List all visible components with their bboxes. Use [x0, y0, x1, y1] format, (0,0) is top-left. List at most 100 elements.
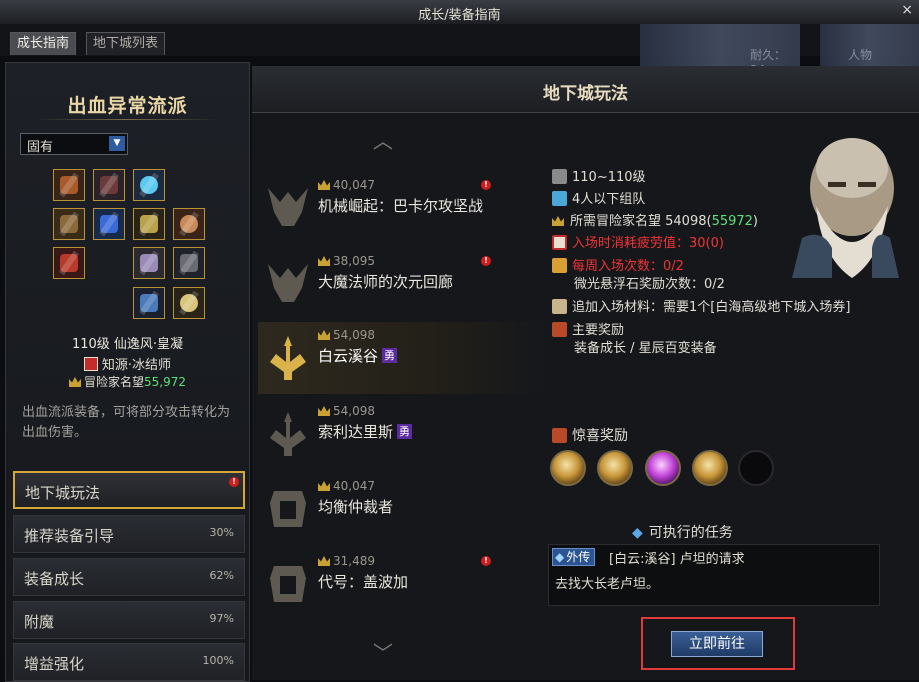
available-tasks-title: ◆ 可执行的任务 [632, 522, 733, 542]
dungeon-item[interactable]: 38,095 大魔法师的次元回廊 ! [258, 248, 548, 320]
equip-slot-ring[interactable] [133, 247, 165, 279]
info-level-text: 110~110级 [572, 170, 646, 185]
equip-slot-weapon[interactable] [93, 208, 125, 240]
job-flag-icon [83, 357, 98, 371]
dungeon-name-text: 索利达里斯 [318, 423, 394, 441]
dungeon-score: 38,095 [318, 254, 375, 268]
treasure-chest-icon [552, 428, 567, 443]
equip-slot-title[interactable] [173, 208, 205, 240]
info-main-reward: 主要奖励 [552, 319, 624, 338]
equip-slot-necklace[interactable] [133, 169, 165, 201]
go-button-highlight: 立即前往 [641, 617, 795, 670]
equip-slot-top[interactable] [93, 169, 125, 201]
info-renown-current: 55972 [711, 214, 753, 229]
dungeon-item[interactable]: 31,489 代号：盖波加 ! [258, 548, 548, 620]
level-icon [552, 169, 567, 184]
dungeon-score: 54,098 [318, 328, 375, 342]
info-main-reward-sub: 装备成长 / 星辰百变装备 [574, 341, 717, 356]
treasure-chest-icon [552, 322, 567, 337]
tab-growth-guide[interactable]: 成长指南 [10, 32, 77, 55]
close-icon[interactable]: × [901, 2, 913, 18]
available-tasks-text: 可执行的任务 [648, 525, 733, 541]
info-weekly-sub: 微光悬浮石奖励次数：0/2 [574, 277, 725, 292]
info-material: 追加入场材料：需要1个[白海高级地下城入场券] [552, 296, 850, 315]
weekly-icon [552, 258, 567, 273]
equip-slot-magic-stone[interactable] [133, 287, 165, 319]
build-title: 出血异常流派 [67, 95, 188, 117]
menu-percent: 97% [209, 612, 234, 625]
party-icon [552, 191, 567, 206]
menu-label: 地下城玩法 [25, 484, 101, 502]
hero-badge: 勇 [382, 348, 398, 363]
menu-recommended-gear[interactable]: 推荐装备引导 30% [13, 515, 245, 553]
crown-icon [318, 556, 330, 566]
hero-badge: 勇 [397, 424, 413, 439]
go-now-button[interactable]: 立即前往 [671, 631, 763, 657]
menu-gear-growth[interactable]: 装备成长 62% [13, 558, 245, 596]
menu-percent: 100% [202, 654, 234, 667]
equip-slot-shoes[interactable] [53, 247, 85, 279]
reward-gem-gold-2[interactable] [597, 450, 633, 486]
score-value: 40,047 [333, 178, 375, 192]
build-description: 出血流派装备，可将部分攻击转化为出血伤害。 [22, 405, 231, 440]
info-level: 110~110级 [552, 166, 646, 185]
task-name: [白云:溪谷] 卢坦的请求 [609, 552, 745, 567]
menu-label: 附魔 [24, 613, 55, 631]
dungeon-score: 40,047 [318, 178, 375, 192]
scroll-up-arrow-icon[interactable]: ︿ [370, 131, 396, 151]
info-weekly-text: 每周入场次数：0/2 [572, 259, 684, 274]
alert-icon: ! [481, 256, 491, 266]
window-titlebar: 成长/装备指南 × [0, 0, 919, 25]
crown-icon [318, 481, 330, 491]
trident-icon [262, 408, 314, 460]
crown-icon [68, 377, 81, 387]
scroll-down-arrow-icon[interactable]: ﹀ [370, 643, 396, 663]
side-story-badge: ◆ 外传 [552, 548, 596, 566]
task-description: 去找大长老卢坦。 [555, 577, 660, 592]
dungeon-panel-title: 地下城玩法 [543, 84, 628, 104]
menu-enchant[interactable]: 附魔 97% [13, 601, 245, 639]
crown-icon [552, 216, 564, 226]
fatigue-icon [552, 235, 567, 250]
renown-label: 冒险家名望 [83, 375, 144, 389]
dungeon-item[interactable]: 40,047 机械崛起：巴卡尔攻坚战 ! [258, 172, 548, 244]
info-material-text: 追加入场材料：需要1个[白海高级地下城入场券] [572, 300, 851, 315]
crown-icon [318, 330, 330, 340]
tab-bar: 耐久：34 人物 成长指南 地下城列表 [0, 24, 919, 80]
build-dropdown[interactable]: 固有 ▼ [20, 133, 128, 155]
dungeon-name: 索利达里斯勇 [318, 422, 498, 442]
trident-icon [262, 332, 314, 384]
dungeon-name: 均衡仲裁者 [318, 498, 394, 516]
diamond-icon: ◆ [555, 550, 565, 564]
score-value: 40,047 [333, 479, 375, 493]
menu-buff-enhance[interactable]: 增益强化 100% [13, 643, 245, 681]
equip-slot-support[interactable] [173, 247, 205, 279]
dungeon-name: 白云溪谷勇 [318, 346, 498, 366]
task-box[interactable]: ◆ 外传 [白云:溪谷] 卢坦的请求 去找大长老卢坦。 [548, 544, 880, 606]
menu-dungeon-play[interactable]: 地下城玩法 ! [13, 471, 245, 509]
dungeon-name-text: 白云溪谷 [318, 347, 379, 365]
reward-gem-gold-1[interactable] [550, 450, 586, 486]
dungeon-name: 代号：盖波加 [318, 573, 409, 591]
tab-dungeon-list[interactable]: 地下城列表 [86, 32, 166, 55]
title-divider [36, 119, 219, 120]
dungeon-item[interactable]: 40,047 均衡仲裁者 [258, 473, 548, 545]
dungeon-item-selected[interactable]: 54,098 白云溪谷勇 [258, 322, 548, 394]
equip-slot-shoulder[interactable] [53, 169, 85, 201]
key-icon [552, 299, 567, 314]
dungeon-panel-header: 地下城玩法 [252, 66, 919, 113]
reward-material[interactable] [692, 450, 728, 486]
dungeon-item[interactable]: 54,098 索利达里斯勇 [258, 398, 548, 470]
equip-slot-earring[interactable] [173, 287, 205, 319]
character-level-name: 110级 仙逸风·皇凝 [71, 337, 184, 352]
reward-gem-purple[interactable] [645, 450, 681, 486]
helmet-crest-icon [262, 483, 314, 535]
crown-icon [318, 256, 330, 266]
info-renown: 所需冒险家名望 54098(55972) [552, 210, 758, 229]
chevron-down-icon[interactable]: ▼ [109, 136, 125, 151]
equip-slot-bracelet[interactable] [133, 208, 165, 240]
equip-slot-bottom[interactable] [53, 208, 85, 240]
score-value: 31,489 [333, 554, 375, 568]
dungeon-score: 31,489 [318, 554, 375, 568]
renown-value: 55,972 [144, 375, 186, 389]
